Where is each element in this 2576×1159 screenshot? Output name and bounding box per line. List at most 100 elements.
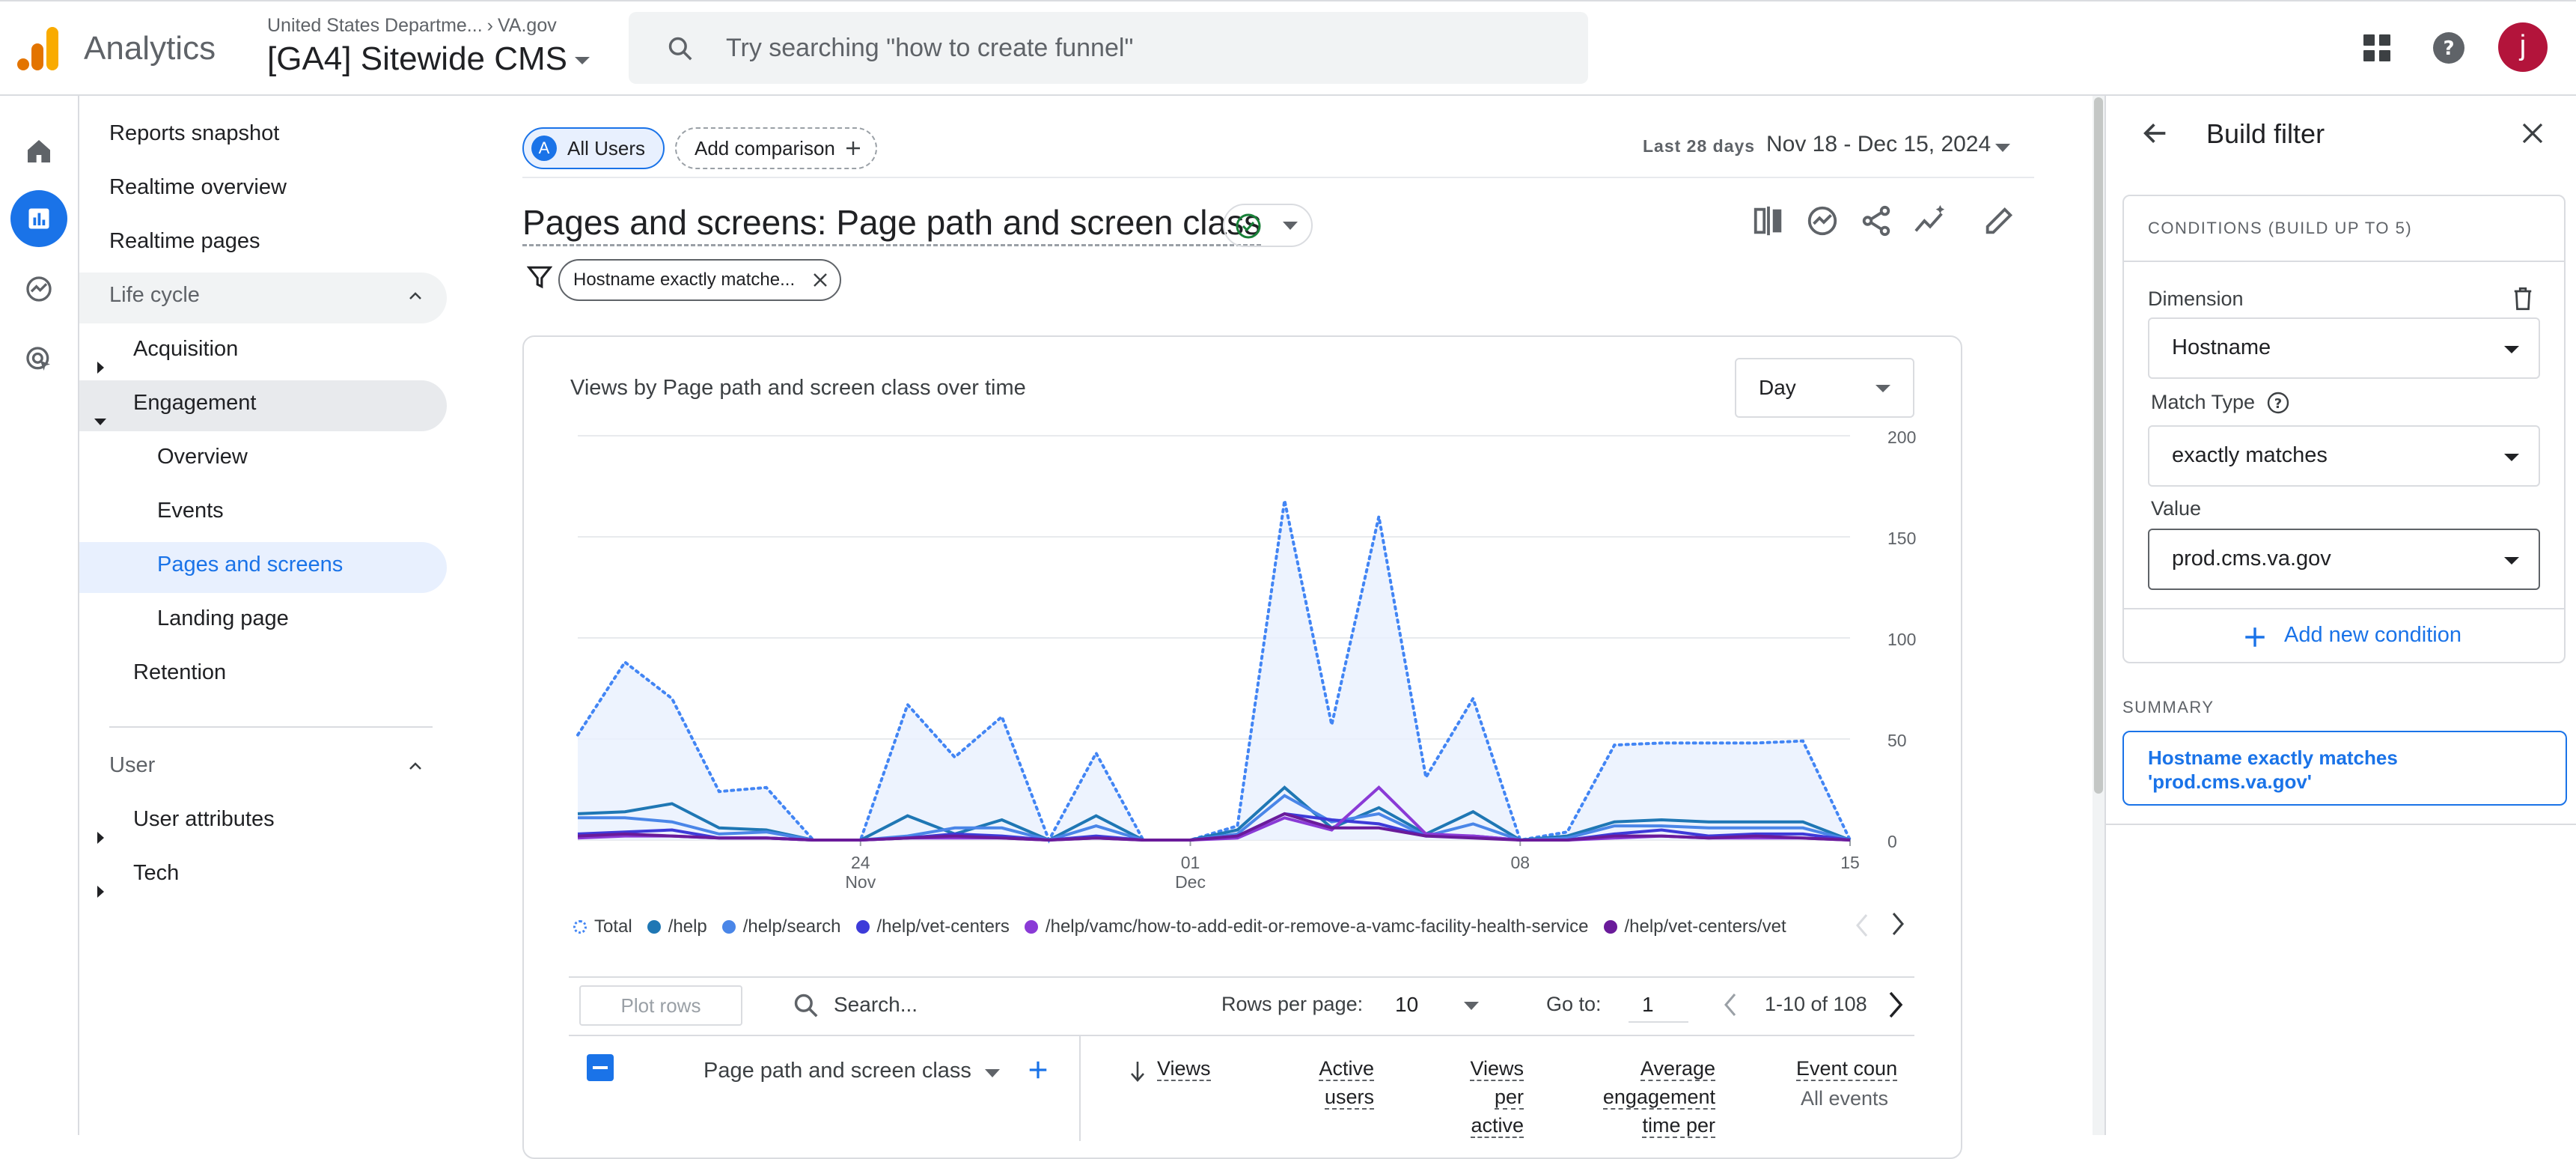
column-header-event-count[interactable]: Event coun — [1796, 1054, 1898, 1083]
avatar[interactable]: j — [2498, 22, 2548, 72]
line-chart[interactable]: 0 50 100 150 200 24Nov 01Dec 08 15 — [569, 427, 1923, 906]
close-icon[interactable] — [811, 271, 829, 289]
caret-down-icon[interactable] — [1464, 1002, 1479, 1011]
chevron-up-icon[interactable] — [407, 288, 424, 304]
caret-down-icon — [1283, 222, 1298, 230]
help-icon[interactable]: ? — [2432, 31, 2465, 64]
column-header-avg-engagement[interactable]: Average engagement time per — [1576, 1054, 1715, 1140]
share-icon[interactable] — [1859, 204, 1893, 238]
chevron-left-icon[interactable] — [1853, 912, 1871, 939]
trend-sparkle-icon[interactable] — [1913, 204, 1947, 238]
back-arrow-icon[interactable] — [2140, 118, 2170, 148]
segment-chip-all-users[interactable]: A All Users — [522, 127, 665, 169]
nav-engagement[interactable]: Engagement — [133, 391, 256, 416]
nav-realtime-pages[interactable]: Realtime pages — [109, 229, 260, 254]
nav-acquisition[interactable]: Acquisition — [133, 337, 238, 362]
dimension-column-header[interactable]: Page path and screen class — [703, 1059, 971, 1083]
search-input[interactable] — [724, 12, 1563, 84]
left-rail — [0, 96, 79, 1135]
chevron-left-icon[interactable] — [1721, 991, 1739, 1018]
caret-down-icon[interactable] — [985, 1069, 1000, 1078]
event-count-subheader[interactable]: All events — [1801, 1087, 1888, 1110]
legend-item[interactable]: /help — [647, 916, 707, 937]
nav-user-attributes[interactable]: User attributes — [133, 807, 275, 832]
match-type-select[interactable]: exactly matches — [2148, 425, 2540, 487]
y-tick-label: 50 — [1887, 731, 1907, 750]
caret-down-icon[interactable] — [1995, 144, 2010, 153]
value-select[interactable]: prod.cms.va.gov — [2148, 529, 2540, 590]
account-name: United States Departme... — [267, 15, 483, 36]
legend-item[interactable]: /help/vet-centers — [855, 916, 1010, 937]
help-circle-icon[interactable]: ? — [2266, 391, 2290, 415]
chevron-right-icon[interactable] — [1889, 910, 1907, 937]
report-title[interactable]: Pages and screens: Page path and screen … — [522, 202, 1262, 246]
nav-overview[interactable]: Overview — [157, 445, 248, 469]
caret-right-icon[interactable] — [97, 886, 104, 898]
compare-columns-icon[interactable] — [1751, 204, 1786, 238]
legend-item[interactable]: /help/search — [721, 916, 841, 937]
nav-events[interactable]: Events — [157, 499, 224, 523]
filter-chip[interactable]: Hostname exactly matche... — [558, 259, 842, 301]
legend-label: Total — [594, 916, 632, 937]
plus-icon[interactable] — [2242, 624, 2268, 650]
account-breadcrumb[interactable]: United States Departme... › VA.gov — [267, 15, 557, 37]
nav-reports-snapshot[interactable]: Reports snapshot — [109, 121, 279, 146]
column-header-views-per-active-user[interactable]: Views per active — [1459, 1054, 1524, 1140]
nav-tech[interactable]: Tech — [133, 861, 179, 886]
legend-swatch — [721, 920, 736, 934]
close-icon[interactable] — [2519, 120, 2546, 147]
home-icon[interactable] — [10, 123, 67, 180]
goto-page-input[interactable]: 1 — [1642, 993, 1654, 1017]
add-new-condition-button[interactable]: Add new condition — [2284, 623, 2461, 648]
sort-descending-icon[interactable] — [1129, 1060, 1147, 1083]
nav-retention[interactable]: Retention — [133, 660, 226, 685]
filter-chip-label: Hostname exactly matche... — [573, 270, 796, 290]
legend-item[interactable]: /help/vet-centers/vet — [1603, 916, 1786, 937]
add-dimension-icon[interactable] — [1027, 1059, 1049, 1081]
title-status-menu[interactable] — [1223, 204, 1313, 247]
explore-icon[interactable] — [10, 261, 67, 317]
main-scrollbar-thumb[interactable] — [2094, 97, 2103, 794]
rows-per-page-select[interactable]: 10 — [1395, 993, 1418, 1017]
conditions-title: CONDITIONS (BUILD UP TO 5) — [2148, 219, 2413, 237]
granularity-select[interactable]: Day — [1735, 358, 1914, 418]
legend-item[interactable]: /help/vamc/how-to-add-edit-or-remove-a-v… — [1024, 916, 1589, 937]
table-search-input[interactable] — [832, 984, 1162, 1026]
caret-right-icon[interactable] — [97, 832, 104, 844]
chevron-up-icon[interactable] — [407, 758, 424, 774]
advertising-icon[interactable] — [10, 331, 67, 388]
property-selector[interactable]: [GA4] Sitewide CMS — [267, 40, 590, 78]
date-range-picker[interactable]: Nov 18 - Dec 15, 2024 — [1766, 132, 1991, 157]
chevron-right-icon[interactable] — [1886, 990, 1905, 1020]
dimension-select[interactable]: Hostname — [2148, 317, 2540, 379]
caret-down-icon[interactable] — [94, 419, 106, 425]
legend-item[interactable]: Total — [573, 916, 632, 937]
nav-realtime-overview[interactable]: Realtime overview — [109, 175, 287, 200]
apps-grid-icon[interactable] — [2362, 33, 2392, 63]
delete-icon[interactable] — [2512, 286, 2534, 311]
granularity-value: Day — [1759, 376, 1796, 399]
add-comparison-button[interactable]: Add comparison — [675, 127, 877, 169]
legend-label: /help/vet-centers/vet — [1624, 916, 1786, 937]
column-header-active-users[interactable]: Active users — [1310, 1054, 1374, 1111]
reports-icon[interactable] — [10, 190, 67, 247]
user-section-label[interactable]: User — [109, 753, 155, 778]
y-tick-label: 200 — [1887, 428, 1916, 447]
app-name: Analytics — [84, 30, 216, 67]
global-search[interactable] — [629, 12, 1588, 84]
dimension-value: Hostname — [2172, 335, 2271, 359]
x-tick-label: 15 — [1840, 853, 1860, 872]
lifecycle-section-label: Life cycle — [109, 283, 200, 307]
nav-landing-page[interactable]: Landing page — [157, 606, 289, 631]
nav-pages-and-screens[interactable]: Pages and screens — [157, 553, 343, 577]
caret-down-icon — [2504, 557, 2519, 565]
insights-icon[interactable] — [1805, 204, 1840, 238]
plot-rows-button[interactable]: Plot rows — [579, 985, 742, 1026]
column-header-views[interactable]: Views — [1157, 1054, 1211, 1083]
caret-right-icon[interactable] — [97, 362, 104, 374]
analytics-logo-icon[interactable] — [16, 25, 58, 72]
select-all-checkbox[interactable] — [587, 1054, 614, 1081]
x-tick-label: 08 — [1510, 853, 1530, 872]
filter-icon[interactable] — [527, 264, 552, 290]
edit-pencil-icon[interactable] — [1982, 204, 2016, 238]
